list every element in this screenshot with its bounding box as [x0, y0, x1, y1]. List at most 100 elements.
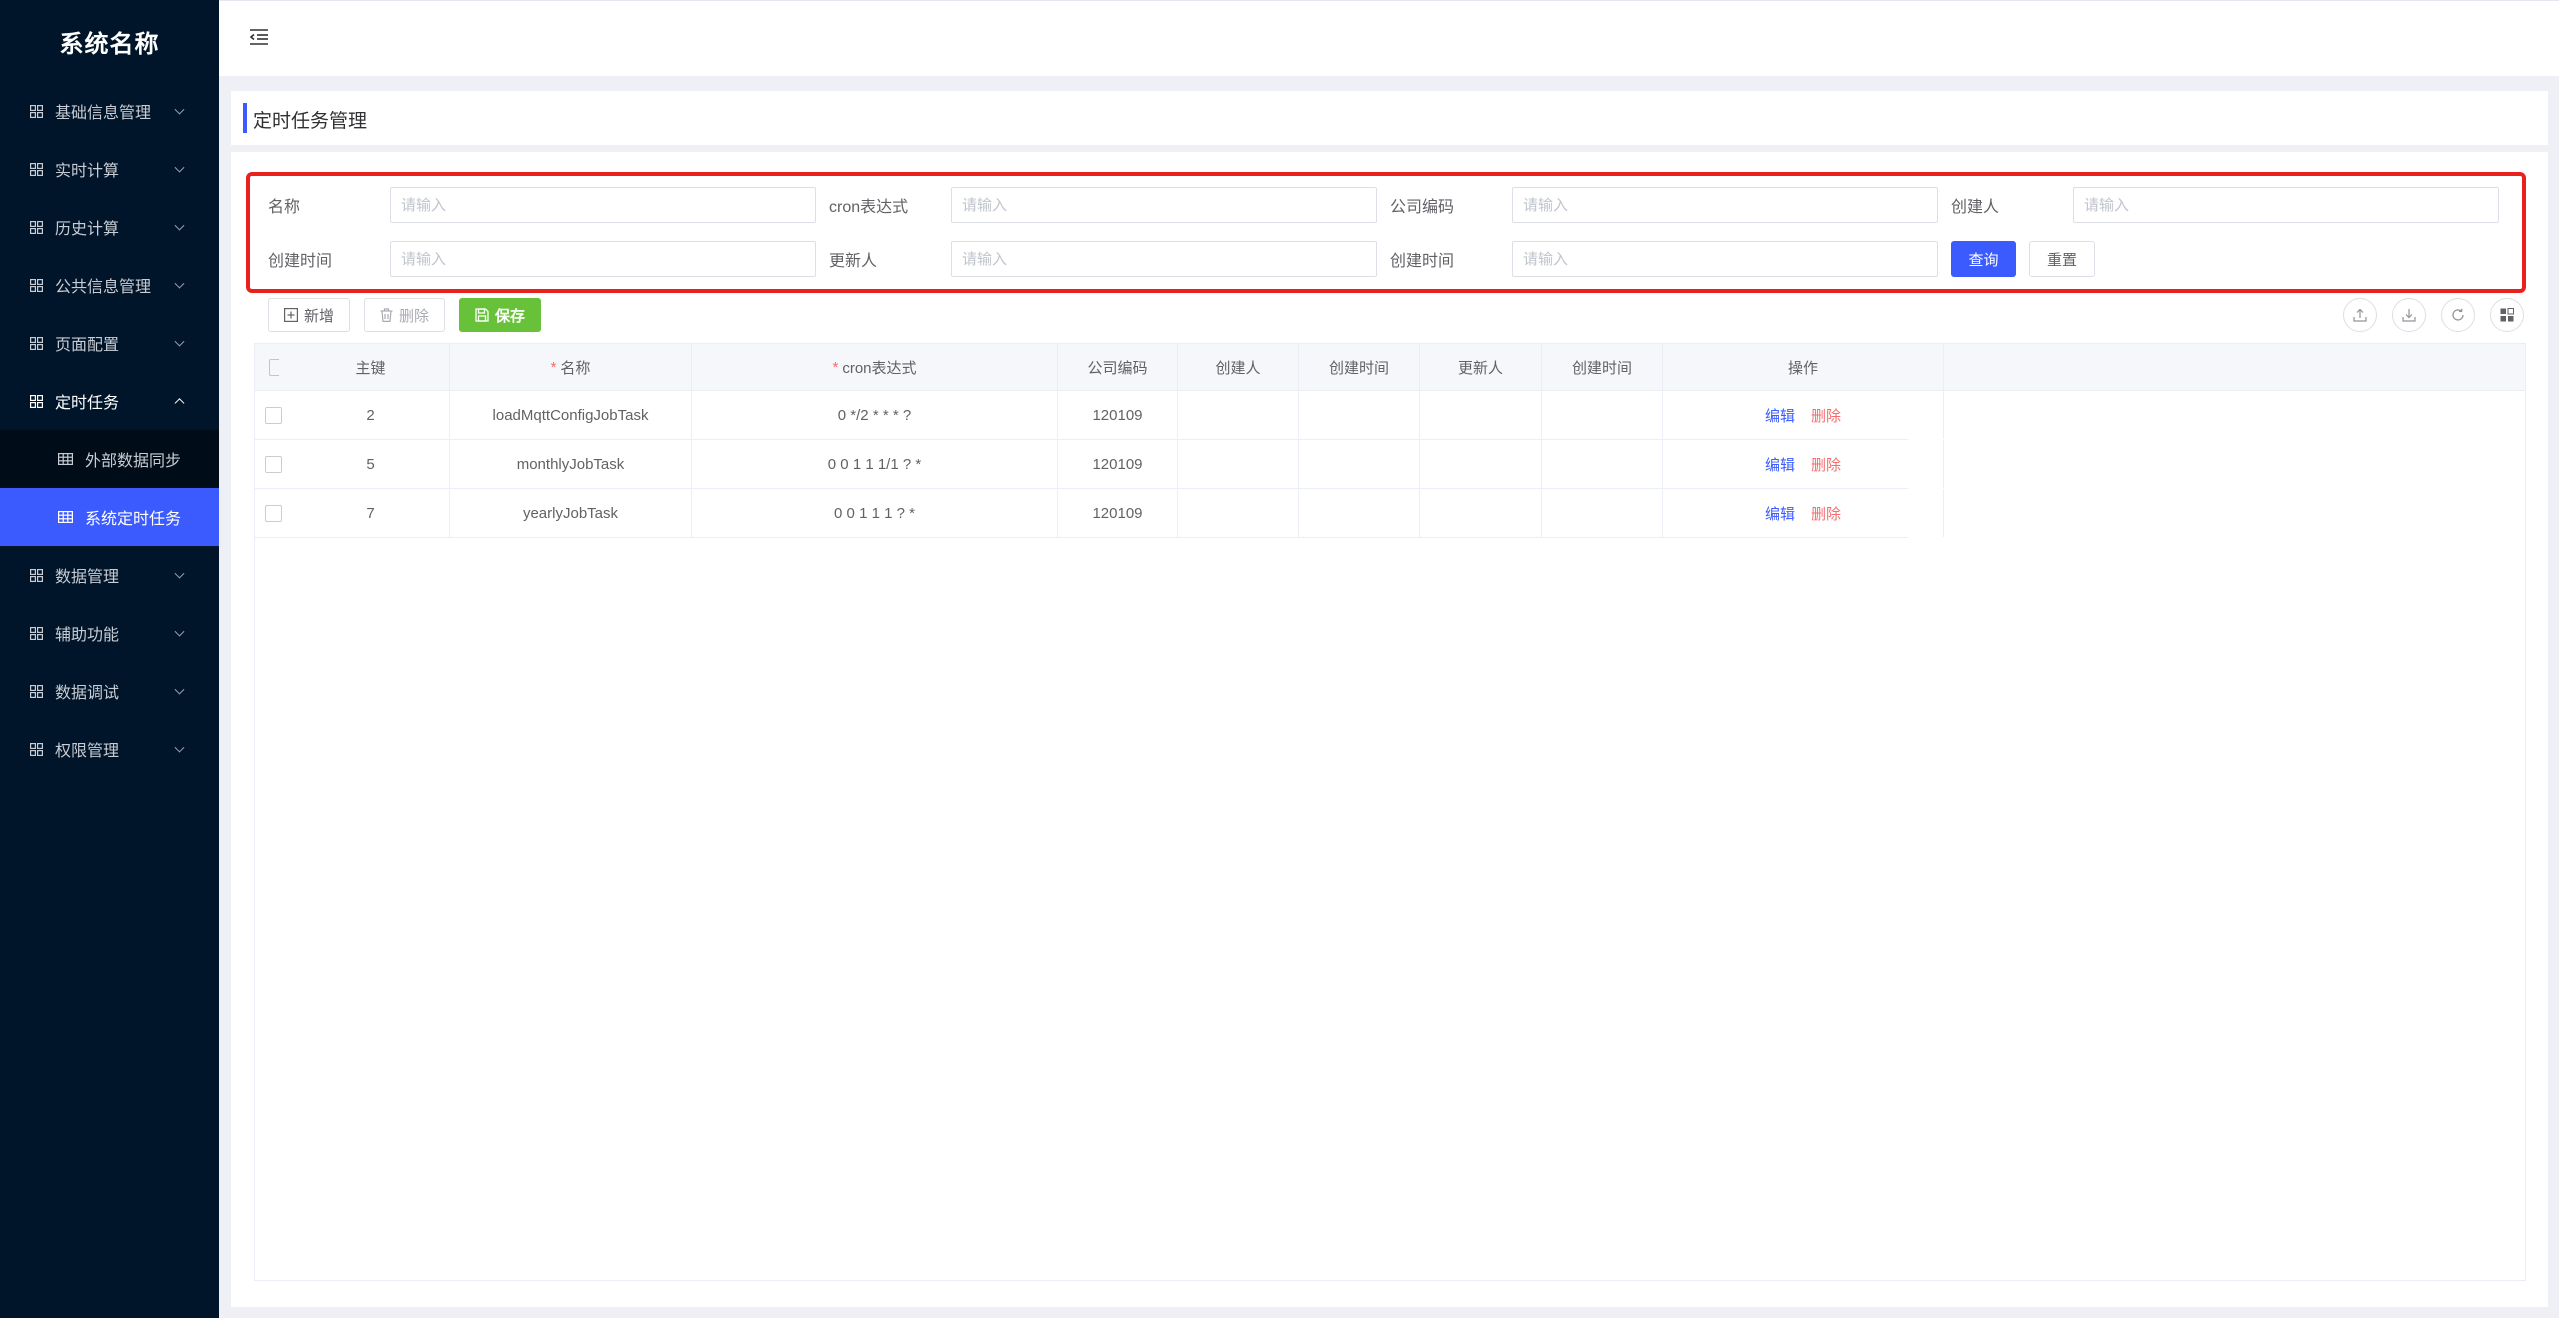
- checkbox[interactable]: [265, 504, 282, 522]
- top-header: [219, 0, 2559, 76]
- header-name-label: 名称: [560, 360, 591, 377]
- refresh-icon: [2452, 308, 2464, 321]
- created-time-input[interactable]: [390, 241, 816, 277]
- table-tools: [2328, 298, 2524, 332]
- edit-link[interactable]: 编辑: [1765, 454, 1795, 475]
- cell-company-code: 120109: [1058, 440, 1178, 488]
- field-label: 创建人: [1951, 199, 2000, 216]
- search-form-row-2: 创建时间 更新人 创建时间 查询 重置: [268, 241, 2095, 277]
- sidebar-item-auxiliary[interactable]: 辅助功能: [0, 604, 219, 662]
- search-field-cron: cron表达式: [829, 187, 1390, 223]
- sidebar-item-label: 数据调试: [55, 685, 120, 702]
- row-select[interactable]: [255, 489, 292, 537]
- table-row: 7 yearlyJobTask 0 0 1 1 1 ? * 120109 编辑 …: [255, 489, 1944, 538]
- sidebar-item-label: 公共信息管理: [55, 279, 152, 296]
- checkbox[interactable]: [268, 359, 279, 376]
- export-button[interactable]: [2343, 298, 2377, 332]
- columns-icon: [2500, 308, 2514, 322]
- title-accent-bar: [243, 103, 247, 133]
- company-code-input[interactable]: [1512, 187, 1938, 223]
- menu-fold-icon[interactable]: [249, 28, 269, 46]
- sidebar-item-external-sync[interactable]: 外部数据同步: [0, 430, 219, 488]
- edit-link[interactable]: 编辑: [1765, 503, 1795, 524]
- created-time-input-2[interactable]: [1512, 241, 1938, 277]
- page-title-card: 定时任务管理: [231, 91, 2548, 145]
- cell-cron[interactable]: 0 0 1 1 1/1 ? *: [692, 440, 1058, 488]
- sidebar-item-permissions[interactable]: 权限管理: [0, 720, 219, 778]
- sidebar-item-scheduled-tasks[interactable]: 定时任务: [0, 372, 219, 430]
- sidebar-item-history[interactable]: 历史计算: [0, 198, 219, 256]
- table-row: 5 monthlyJobTask 0 0 1 1 1/1 ? * 120109 …: [255, 440, 1944, 489]
- row-select[interactable]: [255, 440, 292, 488]
- search-form-row-1: 名称 cron表达式 公司编码 创建人: [268, 187, 2512, 223]
- sidebar: 系统名称 基础信息管理 实时计算 历史计算 公共信息管理 页面配置 定时任务 外…: [0, 0, 219, 1318]
- save-button-label: 保存: [495, 307, 526, 325]
- cell-cron[interactable]: 0 0 1 1 1 ? *: [692, 489, 1058, 537]
- sidebar-item-label: 历史计算: [55, 221, 120, 238]
- grid-icon: [30, 626, 43, 640]
- cron-input[interactable]: [951, 187, 1377, 223]
- refresh-button[interactable]: [2441, 298, 2475, 332]
- sidebar-item-data-management[interactable]: 数据管理: [0, 546, 219, 604]
- cell-id: 5: [292, 440, 450, 488]
- header-select-all[interactable]: [255, 344, 292, 391]
- sidebar-item-label: 外部数据同步: [85, 453, 182, 470]
- query-button[interactable]: 查询: [1951, 241, 2016, 277]
- upload-icon: [2353, 308, 2367, 322]
- cell-updater: [1420, 391, 1542, 439]
- sidebar-item-label: 数据管理: [55, 569, 120, 586]
- sidebar-item-label: 定时任务: [55, 395, 120, 412]
- updater-input[interactable]: [951, 241, 1377, 277]
- delete-button[interactable]: 删除: [364, 298, 446, 332]
- import-button[interactable]: [2392, 298, 2426, 332]
- header-name: * 名称: [450, 344, 692, 391]
- field-label: 名称: [268, 199, 301, 216]
- grid-icon: [30, 568, 43, 582]
- name-input[interactable]: [390, 187, 816, 223]
- row-select[interactable]: [255, 391, 292, 439]
- cell-created-time-2: [1542, 440, 1663, 488]
- delete-link[interactable]: 删除: [1811, 454, 1841, 475]
- cell-updater: [1420, 440, 1542, 488]
- sidebar-item-basic-info[interactable]: 基础信息管理: [0, 82, 219, 140]
- grid-icon: [30, 394, 43, 408]
- sidebar-item-system-tasks[interactable]: 系统定时任务: [0, 488, 219, 546]
- checkbox[interactable]: [265, 406, 282, 424]
- add-button[interactable]: 新增: [268, 298, 351, 332]
- creator-input[interactable]: [2073, 187, 2499, 223]
- header-actions: 操作: [1663, 344, 1944, 391]
- sidebar-item-label: 辅助功能: [55, 627, 120, 644]
- search-field-name: 名称: [268, 187, 829, 223]
- header-cron-label: cron表达式: [842, 360, 917, 377]
- sidebar-item-data-debug[interactable]: 数据调试: [0, 662, 219, 720]
- reset-button[interactable]: 重置: [2029, 241, 2095, 277]
- header-cron: * cron表达式: [692, 344, 1058, 391]
- submenu-scheduled-tasks: 外部数据同步 系统定时任务: [0, 430, 219, 546]
- sidebar-item-realtime[interactable]: 实时计算: [0, 140, 219, 198]
- search-field-created-time: 创建时间: [268, 241, 829, 277]
- grid-icon: [30, 684, 43, 698]
- cell-created-time-2: [1542, 489, 1663, 537]
- page-title: 定时任务管理: [253, 111, 368, 132]
- table-row: 2 loadMqttConfigJobTask 0 */2 * * * ? 12…: [255, 391, 1944, 440]
- cell-creator: [1178, 391, 1299, 439]
- cell-company-code: 120109: [1058, 391, 1178, 439]
- cell-name[interactable]: loadMqttConfigJobTask: [450, 391, 692, 439]
- checkbox[interactable]: [265, 455, 282, 473]
- cell-name[interactable]: yearlyJobTask: [450, 489, 692, 537]
- table-header-row: 主键 * 名称 * cron表达式 公司编码 创建人 创建时间 更新人 创建时间 操…: [255, 344, 1944, 391]
- cell-creator: [1178, 440, 1299, 488]
- sidebar-item-public-info[interactable]: 公共信息管理: [0, 256, 219, 314]
- cell-created-time: [1299, 391, 1420, 439]
- app-logo-title: 系统名称: [59, 30, 160, 58]
- column-settings-button[interactable]: [2490, 298, 2524, 332]
- cell-cron[interactable]: 0 */2 * * * ?: [692, 391, 1058, 439]
- sidebar-item-page-config[interactable]: 页面配置: [0, 314, 219, 372]
- cell-updater: [1420, 489, 1542, 537]
- delete-link[interactable]: 删除: [1811, 503, 1841, 524]
- cell-name[interactable]: monthlyJobTask: [450, 440, 692, 488]
- save-button[interactable]: 保存: [459, 298, 542, 332]
- grid-icon: [30, 220, 43, 234]
- edit-link[interactable]: 编辑: [1765, 405, 1795, 426]
- delete-link[interactable]: 删除: [1811, 405, 1841, 426]
